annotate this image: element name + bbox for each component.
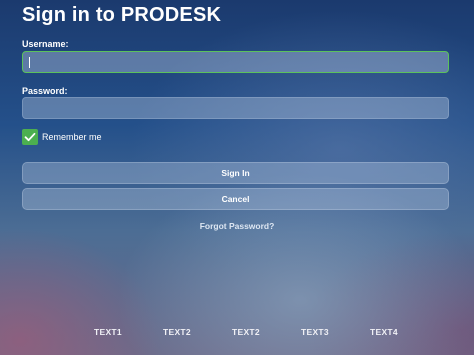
- sign-in-button[interactable]: Sign In: [22, 162, 449, 184]
- footer-link-1[interactable]: TEXT1: [94, 327, 122, 337]
- forgot-password-link[interactable]: Forgot Password?: [0, 221, 474, 231]
- cancel-button[interactable]: Cancel: [22, 188, 449, 210]
- remember-me-label[interactable]: Remember me: [42, 132, 102, 142]
- text-caret: [29, 57, 30, 68]
- username-field[interactable]: [22, 51, 449, 73]
- footer-link-2[interactable]: TEXT2: [163, 327, 191, 337]
- password-label: Password:: [22, 86, 68, 96]
- remember-me-checkbox[interactable]: [22, 129, 38, 145]
- page-title: Sign in to PRODESK: [22, 4, 222, 26]
- footer-link-5[interactable]: TEXT4: [370, 327, 398, 337]
- username-label: Username:: [22, 39, 69, 49]
- checkmark-icon: [24, 132, 36, 142]
- password-field[interactable]: [22, 97, 449, 119]
- footer-link-4[interactable]: TEXT3: [301, 327, 329, 337]
- footer-link-3[interactable]: TEXT2: [232, 327, 260, 337]
